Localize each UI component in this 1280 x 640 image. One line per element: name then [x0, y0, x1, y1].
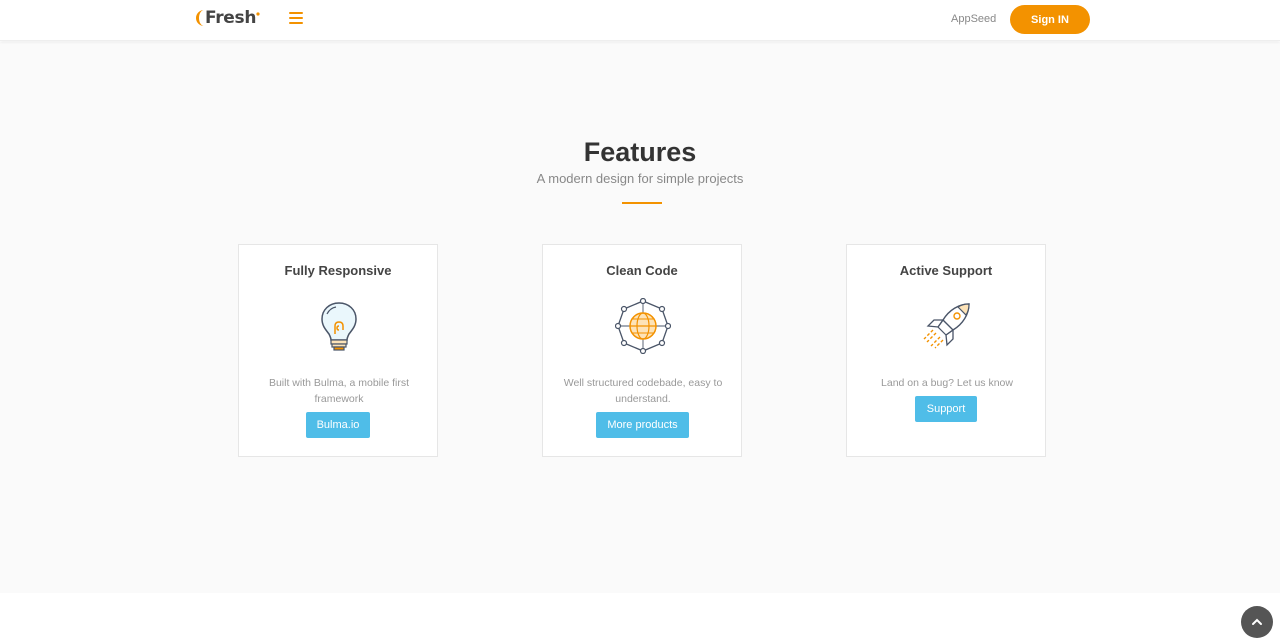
- logo[interactable]: Fresh: [195, 8, 261, 28]
- more-products-button[interactable]: More products: [596, 412, 689, 438]
- signin-button[interactable]: Sign IN: [1010, 5, 1090, 34]
- card-description: Built with Bulma, a mobile first framewo…: [268, 377, 410, 405]
- rocket-icon: [923, 303, 970, 349]
- features-section: Features A modern design for simple proj…: [0, 42, 1280, 593]
- card-title: Fully Responsive: [284, 263, 392, 278]
- section-subtitle: A modern design for simple projects: [536, 171, 744, 186]
- bulma-button[interactable]: Bulma.io: [306, 412, 370, 438]
- scroll-to-top-button[interactable]: [1241, 606, 1273, 638]
- feature-card-responsive: Fully Responsive Built with Bulma, a mob…: [238, 244, 438, 457]
- feature-card-clean-code: Clean Code Well structured codebade, eas…: [542, 244, 742, 457]
- navbar: Fresh AppSeed Sign IN: [0, 0, 1280, 41]
- lightbulb-icon: [321, 302, 357, 351]
- chevron-up-icon: [1252, 618, 1262, 625]
- card-description: Well structured codebade, easy to unders…: [563, 377, 723, 405]
- card-title: Clean Code: [606, 263, 678, 278]
- title-divider: [622, 202, 662, 204]
- nav-link-appseed[interactable]: AppSeed: [951, 13, 996, 25]
- logo-mark-icon: [196, 10, 204, 26]
- section-title: Features: [583, 137, 697, 167]
- card-description: Land on a bug? Let us know: [881, 377, 1013, 389]
- logo-dot-icon: [256, 12, 260, 16]
- card-title: Active Support: [899, 263, 993, 278]
- menu-toggle-icon[interactable]: [289, 12, 303, 26]
- support-button[interactable]: Support: [915, 396, 977, 422]
- logo-text: Fresh: [205, 8, 257, 28]
- feature-card-support: Active Support Land on a bug? Let us kno…: [846, 244, 1046, 457]
- globe-network-icon: [615, 298, 671, 354]
